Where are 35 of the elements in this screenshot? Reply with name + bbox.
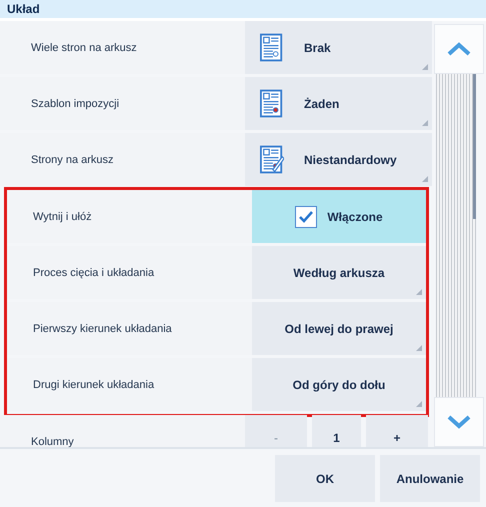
setting-label: Kolumny (31, 436, 74, 447)
increment-button[interactable]: + (366, 415, 428, 447)
corner-icon (422, 64, 428, 70)
dropdown-button[interactable]: Od lewej do prawej (252, 302, 426, 355)
scrollbar-track[interactable] (436, 74, 476, 397)
setting-label: Wiele stron na arkusz (31, 42, 137, 54)
dropdown-button[interactable]: Żaden (245, 77, 432, 130)
stepper-value: 1 (312, 415, 361, 447)
scroll-down-button[interactable] (434, 397, 484, 447)
scrollbar-thumb[interactable] (473, 74, 476, 220)
cancel-button[interactable]: Anulowanie (380, 455, 480, 502)
dropdown-button[interactable]: Od góry do dołu (252, 358, 426, 411)
corner-icon (422, 120, 428, 126)
setting-label: Pierwszy kierunek układania (33, 322, 172, 334)
scroll-up-button[interactable] (434, 24, 484, 74)
chevron-up-icon (447, 42, 471, 56)
corner-icon (416, 289, 422, 295)
setting-label: Drugi kierunek układania (33, 378, 154, 390)
setting-label: Wytnij i ułóż (33, 210, 92, 222)
document-icon (260, 145, 284, 174)
corner-icon (416, 401, 422, 407)
document-icon (260, 89, 284, 118)
section-title: Układ (7, 2, 40, 16)
dropdown-button[interactable]: Niestandardowy (245, 133, 432, 186)
corner-icon (416, 345, 422, 351)
dropdown-button[interactable]: Brak (245, 21, 432, 74)
checkbox-button[interactable]: Włączone (252, 190, 426, 243)
corner-icon (422, 176, 428, 182)
setting-label: Proces cięcia i układania (33, 266, 154, 278)
dropdown-button[interactable]: Według arkusza (252, 246, 426, 299)
ok-button[interactable]: OK (275, 455, 375, 502)
chevron-down-icon (447, 415, 471, 429)
setting-label: Szablon impozycji (31, 98, 120, 110)
setting-label: Strony na arkusz (31, 154, 114, 166)
document-icon (260, 33, 284, 62)
